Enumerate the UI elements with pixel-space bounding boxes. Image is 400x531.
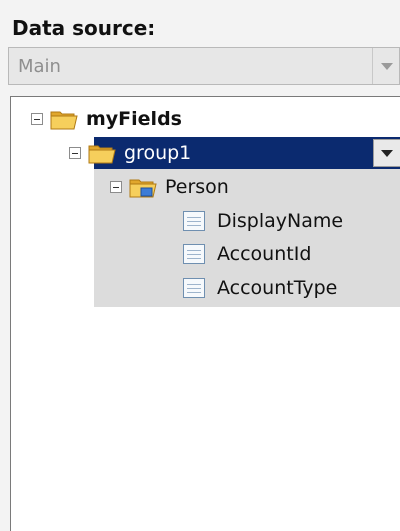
tree-node-person[interactable]: Person [110, 171, 229, 203]
tree-node-label: AccountId [217, 243, 312, 265]
repeating-group-folder-icon [129, 176, 159, 198]
data-source-tree[interactable]: myFields group1 Person DisplayName Accou… [10, 96, 400, 531]
field-icon [183, 211, 205, 231]
tree-node-myfields[interactable]: myFields [31, 103, 182, 135]
folder-open-icon [88, 142, 118, 164]
chevron-down-icon [381, 150, 393, 157]
data-source-panel: Data source: Main myFields group1 Person… [0, 0, 400, 531]
tree-node-accountid[interactable]: AccountId [183, 238, 311, 270]
tree-node-label: myFields [86, 108, 182, 130]
data-source-label: Data source: [12, 16, 156, 40]
tree-node-accounttype[interactable]: AccountType [183, 272, 337, 304]
tree-node-label: AccountType [217, 277, 338, 299]
collapse-icon[interactable] [110, 181, 122, 193]
collapse-icon[interactable] [31, 113, 43, 125]
node-menu-button[interactable] [373, 139, 400, 167]
field-icon [183, 278, 205, 298]
data-source-dropdown-button[interactable] [372, 48, 399, 84]
data-source-combobox[interactable]: Main [8, 47, 400, 85]
data-source-value: Main [18, 56, 61, 77]
collapse-icon[interactable] [69, 147, 81, 159]
chevron-down-icon [381, 63, 393, 70]
tree-node-group1[interactable]: group1 [69, 137, 191, 169]
folder-open-icon [50, 108, 80, 130]
tree-node-label: group1 [124, 142, 192, 164]
tree-node-label: DisplayName [217, 210, 344, 232]
tree-node-displayname[interactable]: DisplayName [183, 205, 343, 237]
tree-node-label: Person [165, 176, 229, 198]
field-icon [183, 244, 205, 264]
